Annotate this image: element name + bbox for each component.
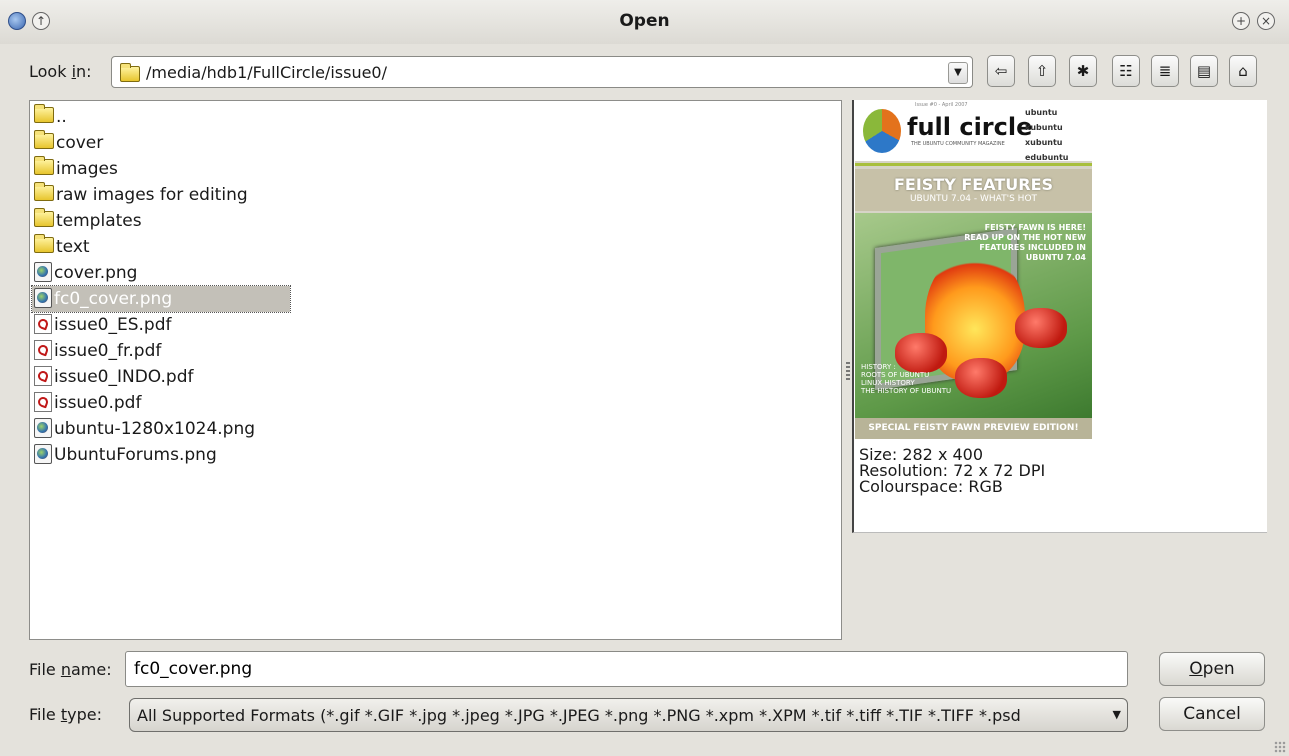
distro-label: ubuntu bbox=[1025, 108, 1058, 117]
title-bar: ↑ Open + × bbox=[0, 0, 1289, 44]
resize-grip-icon[interactable] bbox=[1274, 741, 1286, 753]
cover-distros: ubuntu kubuntu xubuntu edubuntu bbox=[1025, 105, 1068, 165]
look-in-combo[interactable]: /media/hdb1/FullCircle/issue0/ ▼ bbox=[111, 56, 973, 88]
image-file-icon bbox=[34, 262, 52, 282]
pdf-file-icon bbox=[34, 340, 52, 360]
cover-line: HISTORY : bbox=[861, 363, 896, 371]
folder-icon bbox=[120, 63, 140, 82]
list-item[interactable]: issue0_ES.pdf bbox=[32, 312, 178, 338]
chevron-down-icon[interactable]: ▼ bbox=[948, 62, 968, 84]
list-item[interactable]: issue0_INDO.pdf bbox=[32, 364, 199, 390]
cover-artwork: FEISTY FAWN IS HERE! READ UP ON THE HOT … bbox=[855, 213, 1092, 418]
image-file-icon bbox=[34, 288, 52, 308]
cover-headline-band: FEISTY FEATURES UBUNTU 7.04 - WHAT'S HOT bbox=[855, 169, 1092, 211]
folder-icon bbox=[34, 130, 54, 149]
list-item[interactable]: ubuntu-1280x1024.png bbox=[32, 416, 261, 442]
cover-line: LINUX HISTORY bbox=[861, 379, 915, 387]
new-folder-button[interactable]: ✱ bbox=[1069, 55, 1097, 87]
list-item[interactable]: issue0.pdf bbox=[32, 390, 147, 416]
list-item[interactable]: .. bbox=[32, 104, 73, 130]
parent-folder-button[interactable]: ⇧ bbox=[1028, 55, 1056, 87]
pdf-file-icon bbox=[34, 314, 52, 334]
cover-footer: SPECIAL FEISTY FAWN PREVIEW EDITION! bbox=[855, 418, 1092, 439]
cover-headline: FEISTY FEATURES bbox=[893, 175, 1054, 194]
list-item[interactable]: cover bbox=[32, 130, 109, 156]
file-type-combo[interactable]: All Supported Formats (*.gif *.GIF *.jpg… bbox=[129, 698, 1128, 732]
list-item[interactable]: issue0_fr.pdf bbox=[32, 338, 167, 364]
cover-history-text: HISTORY : ROOTS OF UBUNTU LINUX HISTORY … bbox=[861, 363, 951, 395]
file-type-value: All Supported Formats (*.gif *.GIF *.jpg… bbox=[137, 706, 1021, 725]
ubuntu-ring-graphic bbox=[1015, 308, 1067, 348]
cover-right-text: FEISTY FAWN IS HERE! READ UP ON THE HOT … bbox=[964, 223, 1086, 263]
back-button[interactable]: ⇦ bbox=[987, 55, 1015, 87]
cover-tagline: THE UBUNTU COMMUNITY MAGAZINE bbox=[911, 141, 1005, 147]
image-file-icon bbox=[34, 444, 52, 464]
new-folder-icon: ✱ bbox=[1076, 62, 1090, 80]
distro-label: xubuntu bbox=[1025, 138, 1063, 147]
cover-line: FEATURES INCLUDED IN bbox=[979, 243, 1086, 252]
list-item[interactable]: UbuntuForums.png bbox=[32, 442, 223, 468]
cancel-button[interactable]: Cancel bbox=[1159, 697, 1265, 731]
detail-view-button[interactable]: ≣ bbox=[1151, 55, 1179, 87]
folder-icon bbox=[34, 156, 54, 175]
splitter-handle[interactable] bbox=[846, 362, 850, 380]
cover-line: FEISTY FAWN IS HERE! bbox=[984, 223, 1086, 232]
open-label: pen bbox=[1202, 659, 1235, 679]
distro-label: kubuntu bbox=[1025, 123, 1063, 132]
file-name-input[interactable] bbox=[134, 659, 1114, 679]
detail-view-icon: ≣ bbox=[1158, 62, 1172, 80]
cover-line: READ UP ON THE HOT NEW bbox=[964, 233, 1086, 242]
list-item-selected[interactable]: fc0_cover.png bbox=[31, 285, 291, 313]
pdf-file-icon bbox=[34, 366, 52, 386]
home-icon: ⌂ bbox=[1238, 62, 1248, 80]
image-colourspace: Colourspace: RGB bbox=[859, 477, 1003, 496]
open-button[interactable]: Open bbox=[1159, 652, 1265, 686]
cover-issue-line: Issue #0 - April 2007 bbox=[915, 102, 968, 108]
list-view-button[interactable]: ☷ bbox=[1112, 55, 1140, 87]
list-item[interactable]: cover.png bbox=[32, 260, 143, 286]
preview-view-button[interactable]: ▤ bbox=[1190, 55, 1218, 87]
image-info: Size: 282 x 400 Resolution: 72 x 72 DPI … bbox=[859, 447, 1045, 495]
cover-logo-text: full circle bbox=[907, 113, 1033, 141]
list-item[interactable]: templates bbox=[32, 208, 148, 234]
cover-divider bbox=[855, 163, 1092, 166]
look-in-label: Look in: bbox=[29, 62, 92, 81]
chevron-down-icon[interactable]: ▼ bbox=[1113, 708, 1121, 721]
fullcircle-logo-icon bbox=[863, 109, 901, 153]
list-item[interactable]: text bbox=[32, 234, 96, 260]
home-button[interactable]: ⌂ bbox=[1229, 55, 1257, 87]
cover-header: Issue #0 - April 2007 full circle THE UB… bbox=[855, 101, 1092, 162]
folder-icon bbox=[34, 182, 54, 201]
back-icon: ⇦ bbox=[994, 62, 1008, 80]
cover-subheadline: UBUNTU 7.04 - WHAT'S HOT bbox=[909, 194, 1038, 204]
close-icon[interactable]: × bbox=[1257, 12, 1275, 30]
preview-view-icon: ▤ bbox=[1196, 62, 1212, 80]
cover-line: UBUNTU 7.04 bbox=[1025, 253, 1086, 262]
file-name-label: File name: bbox=[29, 660, 112, 679]
maximize-icon[interactable]: + bbox=[1232, 12, 1250, 30]
cover-preview-image: Issue #0 - April 2007 full circle THE UB… bbox=[855, 101, 1092, 439]
list-item[interactable]: images bbox=[32, 156, 124, 182]
file-type-label: File type: bbox=[29, 705, 102, 724]
folder-icon bbox=[34, 234, 54, 253]
folder-icon bbox=[34, 208, 54, 227]
open-mnemonic: O bbox=[1189, 659, 1203, 679]
list-item[interactable]: raw images for editing bbox=[32, 182, 254, 208]
window-title: Open bbox=[619, 11, 670, 31]
folder-up-icon: ⇧ bbox=[1035, 62, 1049, 80]
pdf-file-icon bbox=[34, 392, 52, 412]
file-list[interactable]: .. cover images raw images for editing t… bbox=[29, 100, 842, 640]
cover-line: ROOTS OF UBUNTU bbox=[861, 371, 930, 379]
folder-icon bbox=[34, 104, 54, 123]
ubuntu-ring-graphic bbox=[955, 358, 1007, 398]
look-in-path: /media/hdb1/FullCircle/issue0/ bbox=[146, 63, 387, 82]
image-file-icon bbox=[34, 418, 52, 438]
cover-line: THE HISTORY OF UBUNTU bbox=[861, 387, 952, 395]
file-name-field[interactable] bbox=[125, 651, 1128, 687]
list-view-icon: ☷ bbox=[1119, 62, 1133, 80]
